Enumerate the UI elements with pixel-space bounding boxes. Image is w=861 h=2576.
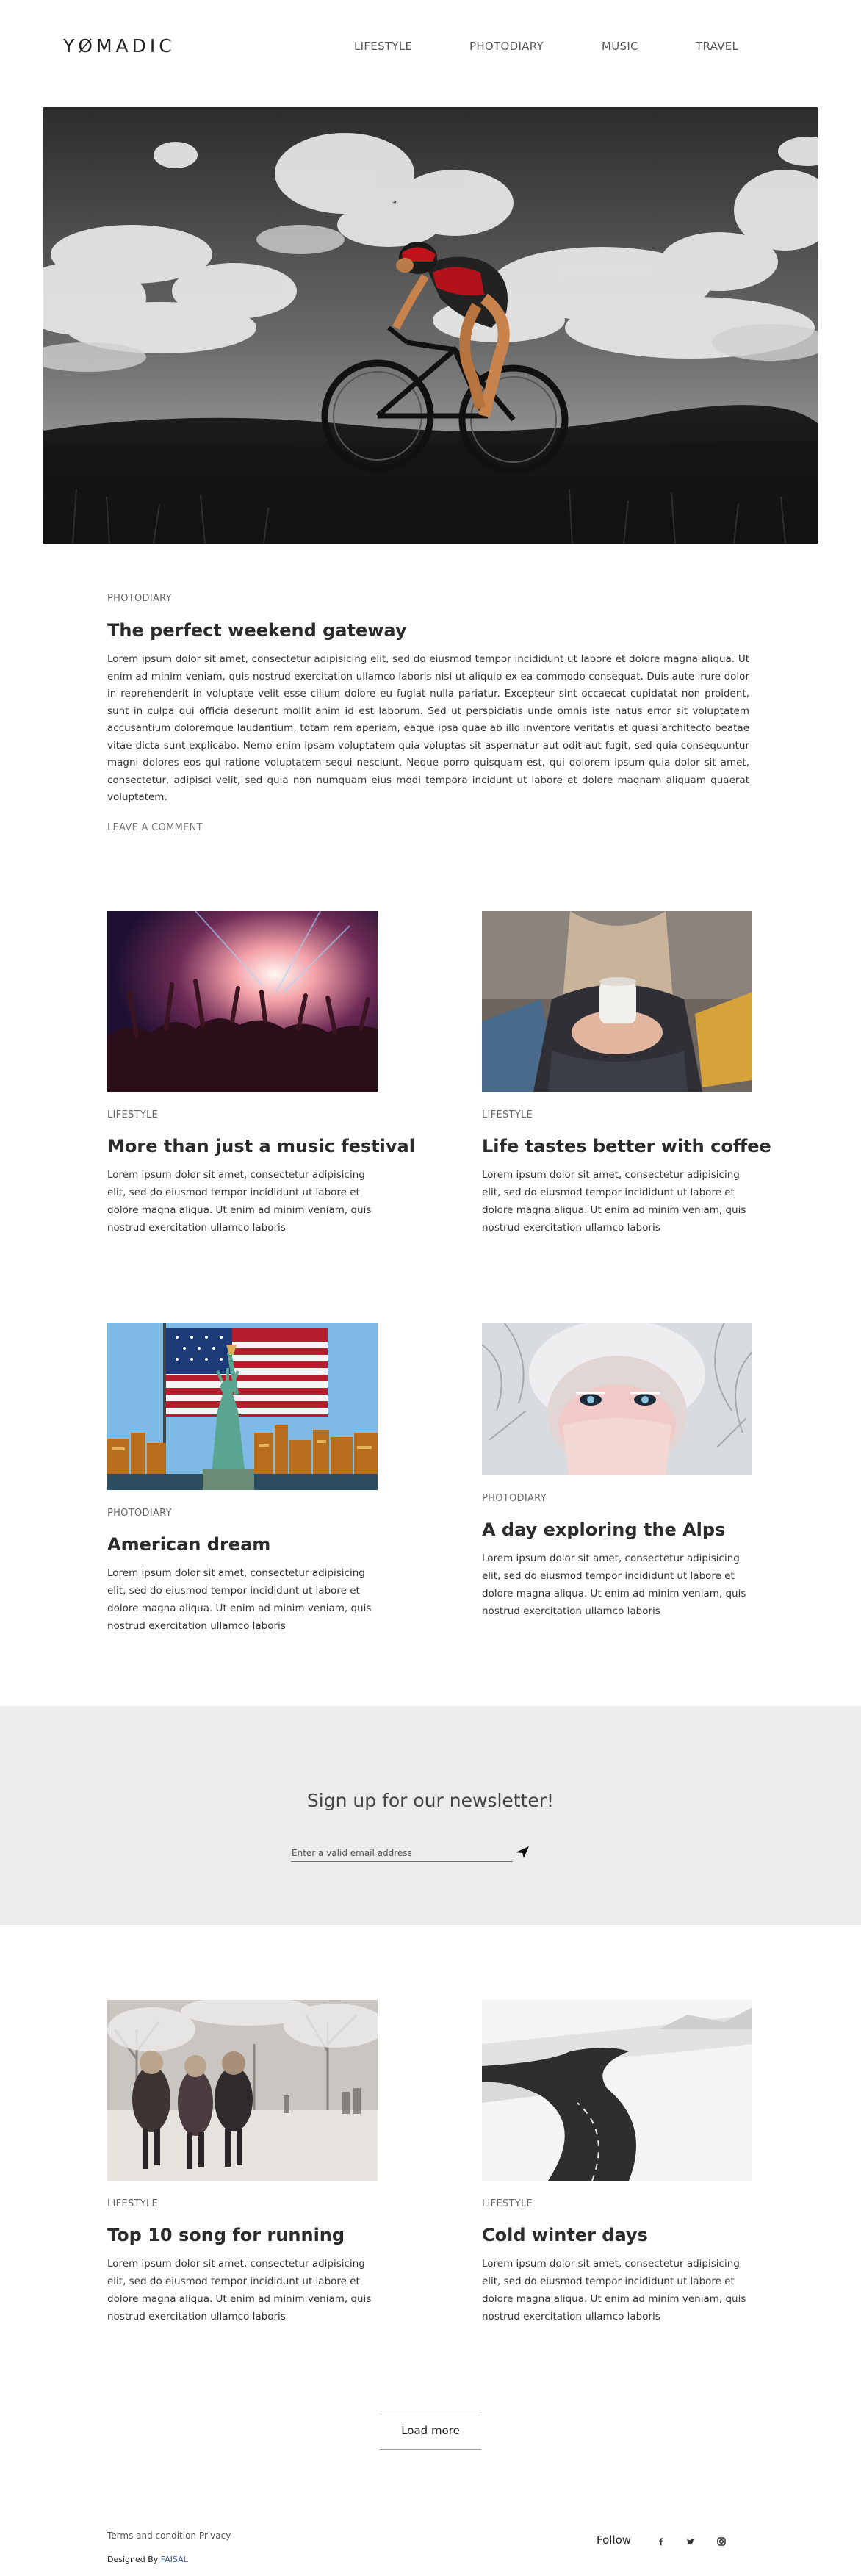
terms-link[interactable]: Terms and condition bbox=[107, 2530, 196, 2541]
featured-post: PHOTODIARY The perfect weekend gateway L… bbox=[107, 593, 749, 833]
post-category[interactable]: LIFESTYLE bbox=[107, 1109, 378, 1120]
hero-image bbox=[43, 107, 818, 544]
post-body: Lorem ipsum dolor sit amet, consectetur … bbox=[107, 653, 749, 803]
post-title[interactable]: More than just a music festival bbox=[107, 1135, 415, 1157]
post-excerpt: Lorem ipsum dolor sit amet, consectetur … bbox=[482, 1169, 746, 1234]
designer-credit: Designed By FAISAL bbox=[107, 2555, 188, 2564]
privacy-link[interactable]: Privacy bbox=[199, 2530, 231, 2541]
footer-links: Terms and condition Privacy bbox=[107, 2530, 231, 2541]
post-image[interactable] bbox=[107, 911, 378, 1092]
post-excerpt: Lorem ipsum dolor sit amet, consectetur … bbox=[107, 1567, 372, 1632]
facebook-icon[interactable] bbox=[654, 2534, 669, 2549]
post-category[interactable]: LIFESTYLE bbox=[482, 2198, 752, 2209]
post-excerpt: Lorem ipsum dolor sit amet, consectetur … bbox=[482, 1553, 746, 1617]
post-card: PHOTODIARY A day exploring the Alps Lore… bbox=[482, 1323, 752, 1620]
post-title[interactable]: The perfect weekend gateway bbox=[107, 620, 749, 641]
post-image[interactable] bbox=[482, 1323, 752, 1475]
post-title[interactable]: Top 10 song for running bbox=[107, 2224, 378, 2246]
post-title[interactable]: American dream bbox=[107, 1533, 378, 1555]
post-image[interactable] bbox=[482, 911, 752, 1092]
designer-name[interactable]: FAISAL bbox=[161, 2555, 188, 2564]
nav-music[interactable]: MUSIC bbox=[602, 40, 638, 53]
post-excerpt: Lorem ipsum dolor sit amet, consectetur … bbox=[482, 2258, 746, 2323]
nav-travel[interactable]: TRAVEL bbox=[696, 40, 738, 53]
post-category[interactable]: LIFESTYLE bbox=[482, 1109, 752, 1120]
post-image[interactable] bbox=[107, 1323, 378, 1490]
post-title[interactable]: Cold winter days bbox=[482, 2224, 752, 2246]
post-card: LIFESTYLE More than just a music festiva… bbox=[107, 911, 415, 1237]
post-card: LIFESTYLE Life tastes better with coffee… bbox=[482, 911, 771, 1237]
post-category[interactable]: PHOTODIARY bbox=[107, 1508, 378, 1519]
post-category[interactable]: PHOTODIARY bbox=[482, 1493, 752, 1504]
post-excerpt: Lorem ipsum dolor sit amet, consectetur … bbox=[107, 1169, 372, 1234]
instagram-icon[interactable] bbox=[714, 2534, 729, 2549]
send-icon bbox=[516, 1846, 529, 1858]
post-card: PHOTODIARY American dream Lorem ipsum do… bbox=[107, 1323, 378, 1635]
nav-lifestyle[interactable]: LIFESTYLE bbox=[354, 40, 412, 53]
newsletter-heading: Sign up for our newsletter! bbox=[306, 1790, 555, 1811]
post-card: LIFESTYLE Cold winter days Lorem ipsum d… bbox=[482, 2000, 752, 2325]
post-title[interactable]: A day exploring the Alps bbox=[482, 1519, 752, 1541]
post-image[interactable] bbox=[107, 2000, 378, 2181]
main-nav: LIFESTYLE PHOTODIARY MUSIC TRAVEL bbox=[0, 40, 861, 56]
nav-photodiary[interactable]: PHOTODIARY bbox=[469, 40, 544, 53]
load-more-button[interactable]: Load more bbox=[380, 2411, 481, 2450]
site-header: YØMADIC LIFESTYLE PHOTODIARY MUSIC TRAVE… bbox=[0, 0, 861, 107]
post-category[interactable]: LIFESTYLE bbox=[107, 2198, 378, 2209]
newsletter-email-input[interactable] bbox=[291, 1844, 513, 1862]
leave-comment-link[interactable]: LEAVE A COMMENT bbox=[107, 822, 749, 833]
designed-by-label: Designed By bbox=[107, 2555, 159, 2564]
post-excerpt: Lorem ipsum dolor sit amet, consectetur … bbox=[107, 2258, 372, 2323]
newsletter-submit-button[interactable] bbox=[514, 1846, 530, 1860]
newsletter-section: Sign up for our newsletter! bbox=[0, 1706, 861, 1925]
follow-label: Follow bbox=[597, 2533, 632, 2547]
twitter-icon[interactable] bbox=[683, 2534, 698, 2549]
post-card: LIFESTYLE Top 10 song for running Lorem … bbox=[107, 2000, 378, 2325]
post-image[interactable] bbox=[482, 2000, 752, 2181]
post-category[interactable]: PHOTODIARY bbox=[107, 593, 749, 604]
post-title[interactable]: Life tastes better with coffee bbox=[482, 1135, 771, 1157]
